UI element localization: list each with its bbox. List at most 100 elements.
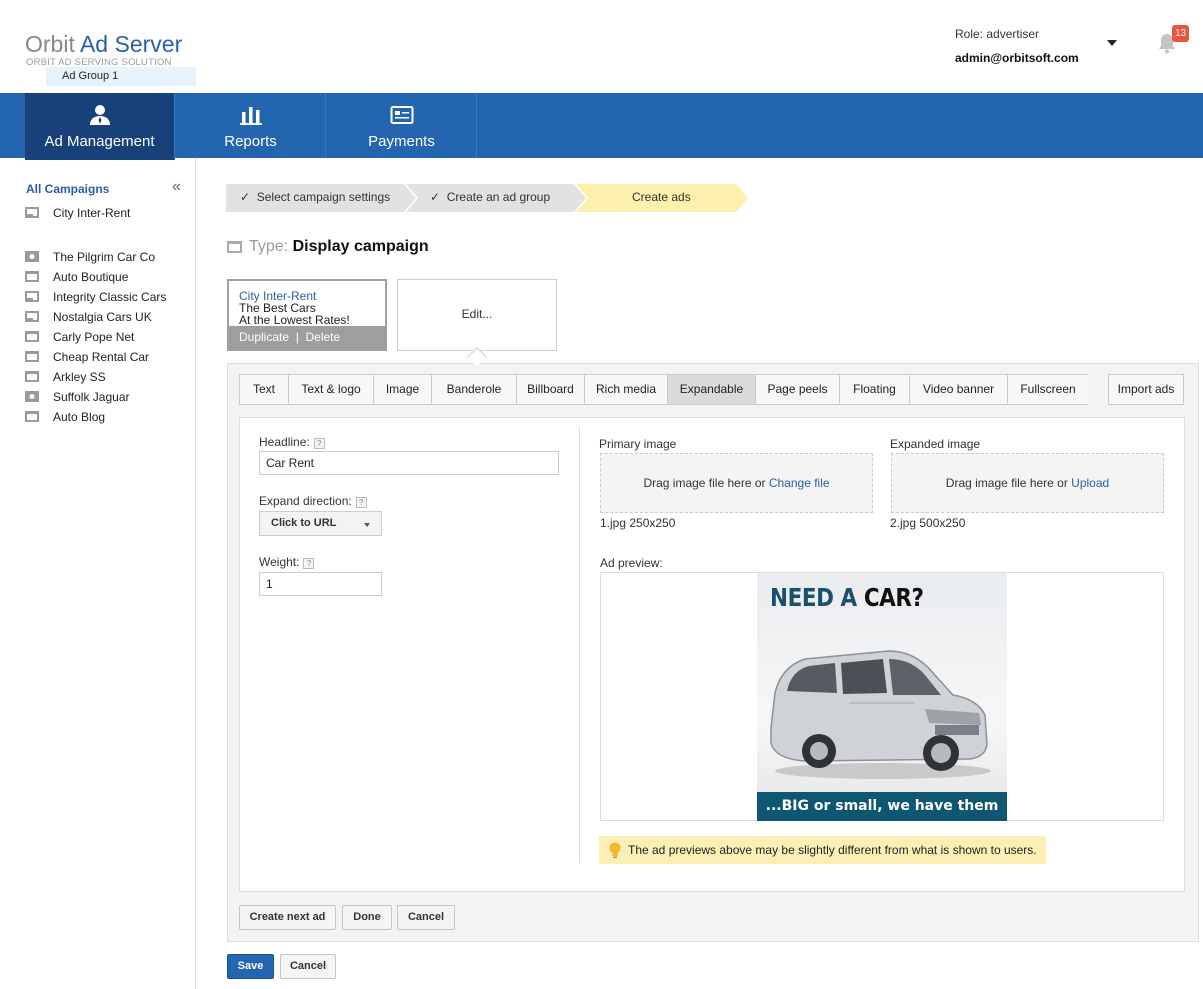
expand-direction-label: Expand direction:?: [259, 494, 367, 508]
sidebar-campaign-item[interactable]: Auto Blog: [25, 409, 195, 427]
done-button[interactable]: Done: [342, 905, 392, 930]
main-nav: Ad Management Reports Payments: [0, 93, 1203, 160]
tab-fullscreen[interactable]: Fullscreen: [1008, 375, 1088, 404]
duplicate-link[interactable]: Duplicate: [239, 330, 289, 344]
nav-label: Ad Management: [44, 133, 155, 150]
collapse-sidebar-icon[interactable]: «: [172, 179, 181, 195]
nav-label: Reports: [224, 133, 277, 150]
display-campaign-icon: [25, 311, 39, 322]
user-role: Role: advertiser: [955, 27, 1040, 41]
video-campaign-icon: [25, 251, 39, 262]
nav-ad-management[interactable]: Ad Management: [25, 93, 175, 160]
import-ads-button[interactable]: Import ads: [1108, 374, 1184, 405]
ad-card[interactable]: City Inter-Rent The Best Cars At the Low…: [227, 279, 387, 351]
headline-input[interactable]: Car Rent: [259, 451, 559, 475]
primary-image-dropzone[interactable]: Drag image file here or Change file: [600, 453, 873, 513]
sidebar-adgroup-selected[interactable]: Ad Group 1: [46, 67, 196, 86]
primary-image-label: Primary image: [599, 437, 677, 451]
cancel-button[interactable]: Cancel: [397, 905, 455, 930]
logo[interactable]: Orbit Ad Server: [25, 31, 182, 58]
check-icon: ✓: [430, 190, 441, 204]
tab-image[interactable]: Image: [374, 375, 432, 404]
expanded-image-dropzone[interactable]: Drag image file here or Upload: [891, 453, 1164, 513]
folder-campaign-icon: [25, 331, 39, 342]
folder-campaign-icon: [25, 351, 39, 362]
user-icon: [89, 105, 110, 125]
expand-direction-select[interactable]: Click to URL: [259, 511, 382, 536]
user-menu-dropdown-icon[interactable]: [1107, 40, 1117, 46]
sidebar-campaign-item[interactable]: City Inter-Rent: [25, 205, 195, 223]
car-image: [770, 650, 991, 779]
sidebar-campaign-item[interactable]: Carly Pope Net: [25, 329, 195, 347]
delete-link[interactable]: Delete: [306, 330, 341, 344]
help-icon[interactable]: ?: [303, 558, 315, 569]
upload-link[interactable]: Upload: [1071, 476, 1109, 490]
sidebar-campaign-label: Arkley SS: [53, 370, 106, 384]
wizard-step-2[interactable]: ✓ Create an ad group: [430, 184, 550, 211]
separator: |: [295, 330, 299, 344]
edit-ad-card[interactable]: Edit...: [397, 279, 557, 351]
preview-notice: The ad previews above may be slightly di…: [599, 836, 1046, 864]
all-campaigns-link[interactable]: All Campaigns: [26, 182, 109, 196]
notification-count-badge: 13: [1172, 25, 1189, 42]
banner-footer: ...BIG or small, we have them All!: [757, 792, 1007, 821]
tab-video-banner[interactable]: Video banner: [910, 375, 1008, 404]
help-icon[interactable]: ?: [355, 497, 367, 508]
folder-campaign-icon: [25, 271, 39, 282]
sidebar-campaign-item[interactable]: Nostalgia Cars UK: [25, 309, 195, 327]
video-campaign-icon: [25, 391, 39, 402]
weight-input[interactable]: 1: [259, 572, 382, 596]
ad-preview-banner: NEED A CAR? ...BIG or small, we have the…: [757, 573, 1007, 821]
campaign-type: Type: Display campaign: [249, 238, 429, 255]
check-icon: ✓: [240, 190, 251, 204]
wizard-step-3[interactable]: Create ads: [632, 184, 691, 211]
help-icon[interactable]: ?: [313, 438, 325, 449]
form-divider: [579, 427, 580, 863]
tab-page-peels[interactable]: Page peels: [756, 375, 840, 404]
tab-billboard[interactable]: Billboard: [517, 375, 585, 404]
create-next-ad-button[interactable]: Create next ad: [239, 905, 336, 930]
sidebar-campaign-item[interactable]: Arkley SS: [25, 369, 195, 387]
wizard-step-1[interactable]: ✓ Select campaign settings: [240, 184, 390, 211]
expanded-image-label: Expanded image: [890, 437, 981, 451]
sidebar-campaign-label: Integrity Classic Cars: [53, 290, 167, 304]
nav-label: Payments: [368, 133, 435, 150]
sidebar-campaign-label: Nostalgia Cars UK: [53, 310, 152, 324]
tab-expandable[interactable]: Expandable: [668, 375, 756, 404]
nav-payments[interactable]: Payments: [327, 93, 477, 158]
sidebar-campaign-label: City Inter-Rent: [53, 206, 131, 220]
expanded-file-info: 2.jpg 500x250: [890, 516, 966, 530]
sidebar-campaign-item[interactable]: Auto Boutique: [25, 269, 195, 287]
user-email[interactable]: admin@orbitsoft.com: [955, 51, 1079, 65]
bar-chart-icon: [239, 107, 262, 125]
folder-icon: [227, 241, 242, 253]
change-file-link[interactable]: Change file: [769, 476, 830, 490]
tab-text-logo[interactable]: Text & logo: [289, 375, 374, 404]
sidebar-campaign-item[interactable]: Cheap Rental Car: [25, 349, 195, 367]
sidebar-campaign-item[interactable]: Suffolk Jaguar: [25, 389, 195, 407]
banner-headline: NEED A CAR?: [770, 583, 924, 612]
display-campaign-icon: [25, 291, 39, 302]
sidebar-campaign-item[interactable]: The Pilgrim Car Co: [25, 249, 195, 267]
tab-floating[interactable]: Floating: [840, 375, 910, 404]
tab-rich-media[interactable]: Rich media: [585, 375, 668, 404]
sidebar-campaign-label: Auto Blog: [53, 410, 106, 424]
sidebar-campaign-item[interactable]: Integrity Classic Cars: [25, 289, 195, 307]
lightbulb-icon: [609, 842, 621, 858]
ad-format-tabs: Text Text & logo Image Banderole Billboard Ri…: [239, 374, 1088, 405]
sidebar-campaign-label: Carly Pope Net: [53, 330, 135, 344]
folder-campaign-icon: [25, 371, 39, 382]
tab-text[interactable]: Text: [240, 375, 289, 404]
cancel-bottom-button[interactable]: Cancel: [280, 954, 336, 979]
sidebar-campaign-label: Auto Boutique: [53, 270, 129, 284]
tab-banderole[interactable]: Banderole: [432, 375, 517, 404]
nav-reports[interactable]: Reports: [176, 93, 326, 158]
headline-label: Headline:?: [259, 435, 325, 449]
chevron-down-icon: [364, 523, 370, 527]
sidebar-campaign-label: Suffolk Jaguar: [53, 390, 130, 404]
save-button[interactable]: Save: [227, 954, 274, 979]
folder-campaign-icon: [25, 411, 39, 422]
weight-label: Weight:?: [259, 555, 315, 569]
primary-file-info: 1.jpg 250x250: [600, 516, 676, 530]
display-campaign-icon: [25, 207, 39, 218]
